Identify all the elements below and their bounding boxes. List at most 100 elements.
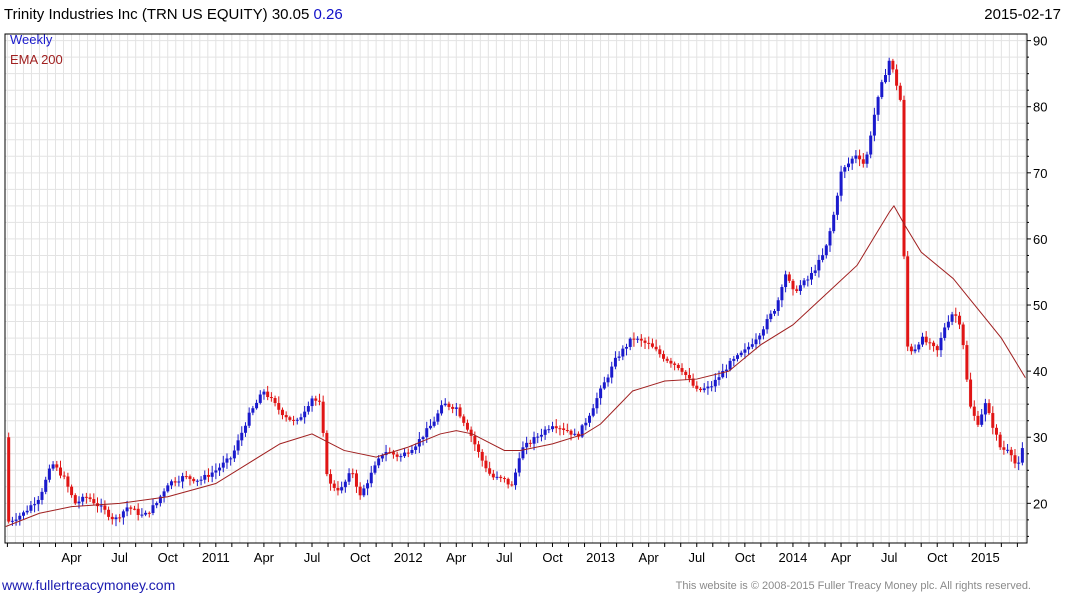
price-bar xyxy=(684,371,688,375)
copyright-notice: This website is © 2008-2015 Fuller Treac… xyxy=(675,580,1031,592)
price-bar xyxy=(1006,449,1010,451)
price-bar xyxy=(972,406,976,416)
price-bar xyxy=(136,508,140,515)
price-bar xyxy=(858,155,862,160)
price-bar xyxy=(650,343,654,347)
price-bar xyxy=(73,495,77,504)
price-bar xyxy=(462,416,466,423)
price-bar xyxy=(787,274,791,281)
price-bar xyxy=(798,285,802,291)
price-bar xyxy=(236,440,240,451)
price-bar xyxy=(573,433,577,435)
price-bar xyxy=(954,314,958,316)
price-bar xyxy=(451,406,455,409)
legend-ema: EMA 200 xyxy=(10,52,63,67)
price-bar xyxy=(92,499,96,504)
price-bar xyxy=(869,135,873,155)
price-bar xyxy=(754,339,758,345)
price-bar xyxy=(325,432,329,475)
price-bar xyxy=(343,481,347,488)
price-bar xyxy=(843,167,847,172)
price-bar xyxy=(562,428,566,430)
x-tick-label: Apr xyxy=(254,550,275,565)
price-bar xyxy=(21,512,25,516)
price-bar xyxy=(410,449,414,454)
price-bar xyxy=(551,426,555,430)
price-bar xyxy=(477,444,481,452)
price-bar xyxy=(403,452,407,457)
x-tick-label: Apr xyxy=(831,550,852,565)
price-bar xyxy=(961,324,965,346)
price-bar xyxy=(758,335,762,340)
x-tick-label: Oct xyxy=(927,550,948,565)
price-bar xyxy=(625,346,629,349)
price-bar xyxy=(994,427,998,435)
price-bar xyxy=(251,408,255,413)
site-link[interactable]: www.fullertreacymoney.com xyxy=(2,577,175,593)
price-bar xyxy=(47,468,51,480)
price-bar xyxy=(395,454,399,457)
price-bar xyxy=(510,484,514,486)
price-bar xyxy=(928,342,932,344)
price-bar xyxy=(506,478,510,485)
price-bar xyxy=(946,321,950,328)
price-bar xyxy=(565,429,569,431)
price-bar xyxy=(739,352,743,356)
price-bar xyxy=(480,451,484,461)
price-bar xyxy=(354,473,358,487)
price-bar xyxy=(151,505,155,513)
price-bar xyxy=(732,358,736,361)
price-bar xyxy=(517,458,521,473)
price-bar xyxy=(743,349,747,353)
price-bar xyxy=(84,496,88,498)
price-bar xyxy=(436,413,440,422)
price-bar xyxy=(876,97,880,115)
price-bar xyxy=(336,487,340,491)
price-bar xyxy=(277,403,281,410)
price-bar xyxy=(669,360,673,364)
price-bar xyxy=(1020,448,1024,463)
price-bar xyxy=(817,259,821,271)
price-bar xyxy=(229,458,233,460)
price-bar xyxy=(484,460,488,469)
price-bar xyxy=(317,400,321,402)
price-bar xyxy=(99,505,103,507)
price-bar xyxy=(121,511,125,518)
price-bar xyxy=(491,473,495,478)
price-bar xyxy=(854,155,858,159)
price-bar xyxy=(292,419,296,421)
price-bar xyxy=(687,374,691,379)
price-bar xyxy=(129,507,133,509)
price-bar xyxy=(599,388,603,399)
price-bar xyxy=(177,481,181,483)
price-bar xyxy=(813,270,817,274)
price-bar xyxy=(525,442,529,448)
price-bar xyxy=(680,368,684,372)
price-bar xyxy=(883,75,887,83)
price-bar xyxy=(1013,455,1017,464)
price-bar xyxy=(528,442,532,444)
price-bar xyxy=(255,402,259,409)
price-bar xyxy=(306,406,310,412)
price-bar xyxy=(358,486,362,496)
price-chart: 20 30 40 50 60 70 80 90 Apr Jul Oct 2011 Apr Jul Oct 20… xyxy=(4,33,1047,565)
price-bar xyxy=(750,344,754,347)
price-bar xyxy=(846,163,850,168)
price-bar xyxy=(987,403,991,414)
price-bar xyxy=(210,472,214,477)
price-bar xyxy=(536,436,540,438)
price-bar xyxy=(665,358,669,361)
price-bar xyxy=(273,398,277,404)
price-bar xyxy=(628,338,632,347)
price-bar xyxy=(103,505,107,510)
price-bar xyxy=(77,501,81,504)
x-tick-label: Apr xyxy=(61,550,82,565)
price-bar xyxy=(532,437,536,444)
price-bar xyxy=(166,485,170,492)
price-bar xyxy=(850,158,854,164)
price-bar xyxy=(784,274,788,288)
price-bar xyxy=(347,473,351,482)
price-bar xyxy=(969,379,973,407)
price-bar xyxy=(695,385,699,389)
price-bar xyxy=(221,462,225,468)
